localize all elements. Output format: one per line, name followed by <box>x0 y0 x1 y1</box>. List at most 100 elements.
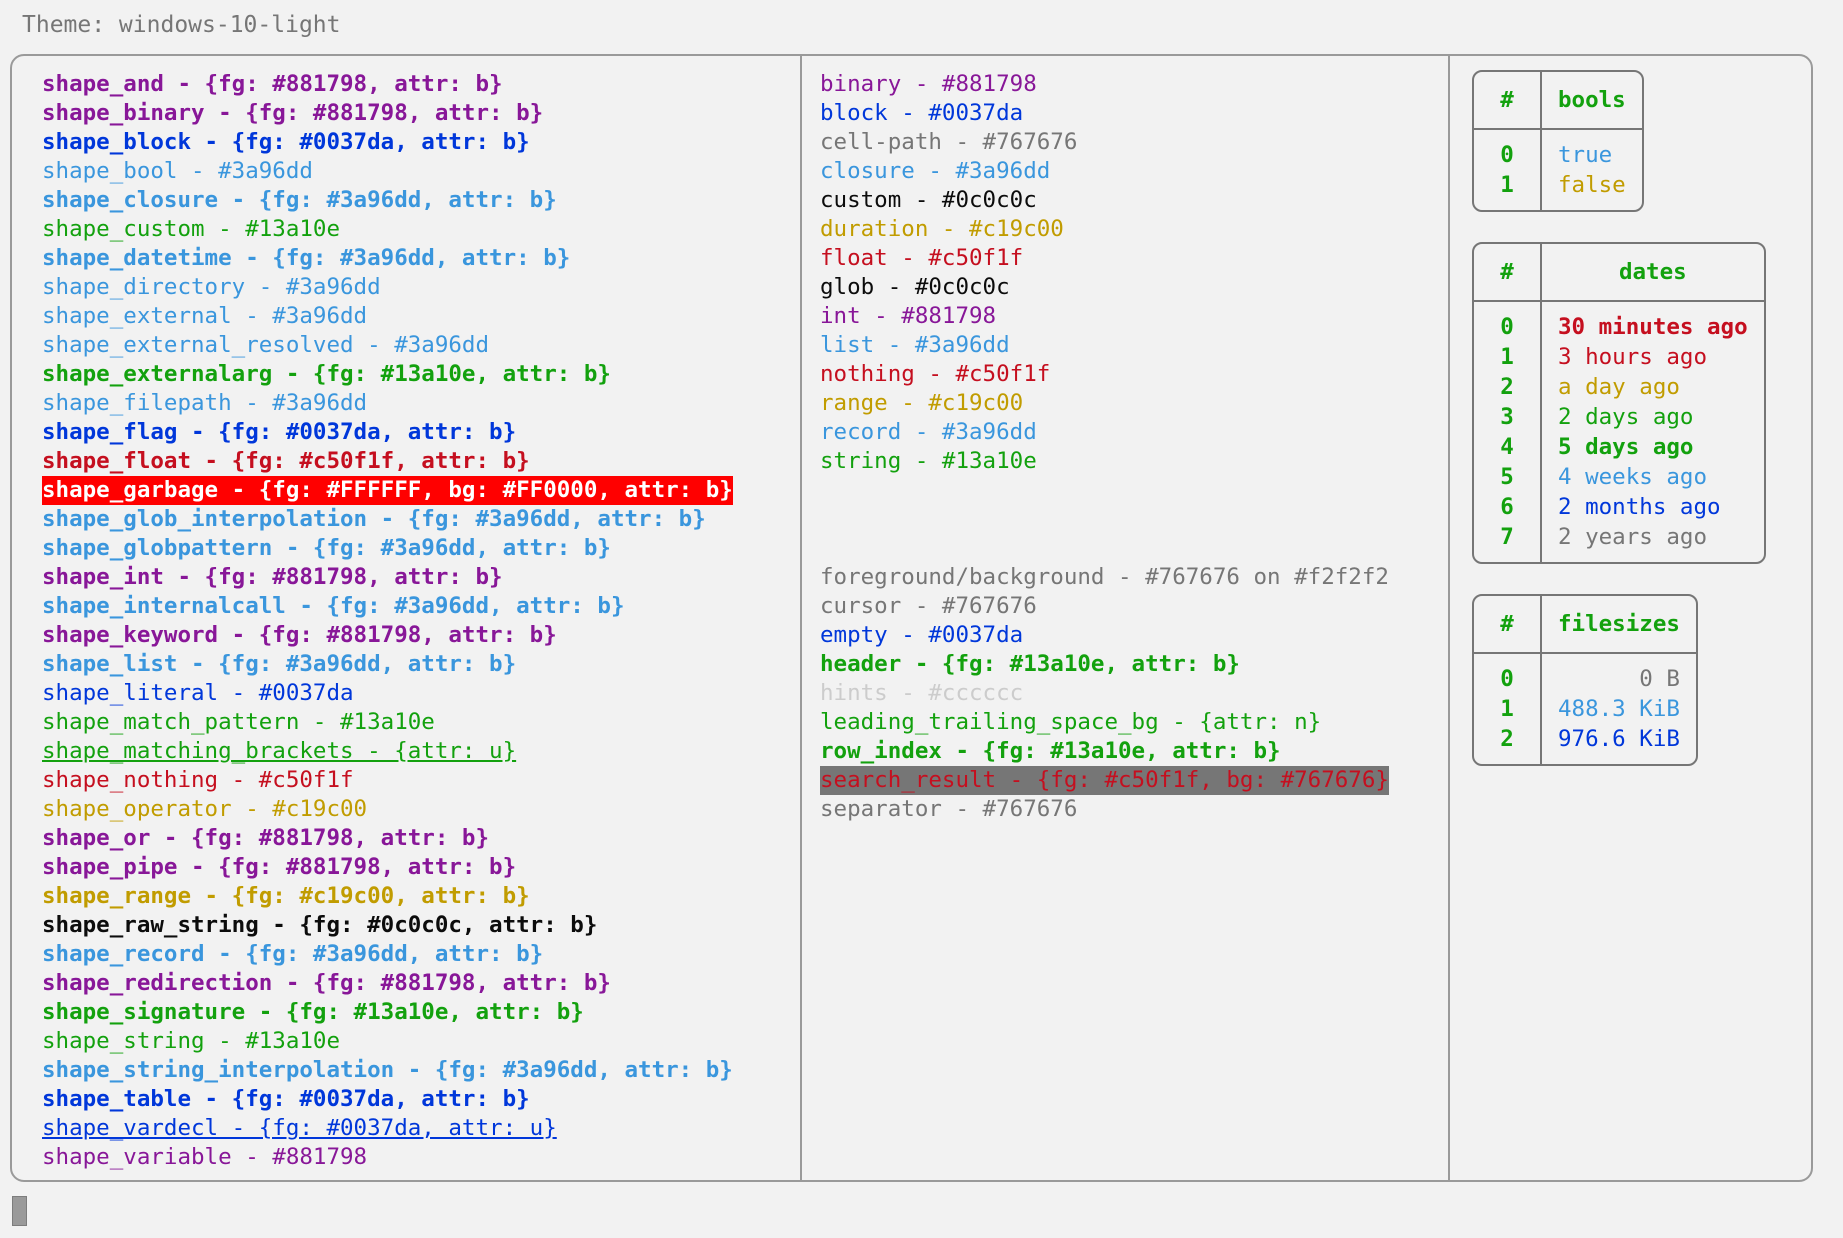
shape-line: shape_nothing - #c50f1f <box>42 767 354 793</box>
type-line: range - #c19c00 <box>820 390 1024 416</box>
column-gap <box>802 476 1448 563</box>
shape-line: shape_string_interpolation - {fg: #3a96d… <box>42 1057 733 1083</box>
cell-value: 2 months ago <box>1558 494 1721 520</box>
table-header-row: # dates <box>1474 244 1764 302</box>
table-row: 5 4 weeks ago <box>1474 462 1764 492</box>
cell-index: 2 <box>1474 724 1542 764</box>
type-line: duration - #c19c00 <box>820 216 1064 242</box>
table-row: 2 a day ago <box>1474 372 1764 402</box>
cell-value: a day ago <box>1558 374 1680 400</box>
table-bools: # bools 0 true 1 false <box>1472 70 1644 212</box>
type-line: glob - #0c0c0c <box>820 274 1010 300</box>
shape-line: shape_block - {fg: #0037da, attr: b} <box>42 129 530 155</box>
shape-line: shape_list - {fg: #3a96dd, attr: b} <box>42 651 517 677</box>
table-row: 1 488.3 KiB <box>1474 694 1696 724</box>
cell-value: 30 minutes ago <box>1558 314 1748 340</box>
table-header-row: # filesizes <box>1474 596 1696 654</box>
column-header-index: # <box>1474 72 1542 130</box>
shape-line: shape_garbage - {fg: #FFFFFF, bg: #FF000… <box>42 476 733 505</box>
shape-line: shape_bool - #3a96dd <box>42 158 313 184</box>
ui-line: foreground/background - #767676 on #f2f2… <box>820 564 1389 590</box>
shape-line: shape_custom - #13a10e <box>42 216 341 242</box>
shape-line: shape_external_resolved - #3a96dd <box>42 332 490 358</box>
column-header-value: bools <box>1542 72 1642 130</box>
shape-line: shape_directory - #3a96dd <box>42 274 381 300</box>
table-row: 7 2 years ago <box>1474 522 1764 562</box>
type-line: float - #c50f1f <box>820 245 1024 271</box>
cell-index: 5 <box>1474 462 1542 492</box>
shapes-line-list: shape_and - {fg: #881798, attr: b} shape_… <box>12 70 800 1172</box>
cell-index: 3 <box>1474 402 1542 432</box>
theme-title: Theme: windows-10-light <box>22 12 341 38</box>
cell-index: 0 <box>1474 130 1542 170</box>
ui-line: leading_trailing_space_bg - {attr: n} <box>820 709 1322 735</box>
type-line: cell-path - #767676 <box>820 129 1078 155</box>
ui-line: row_index - {fg: #13a10e, attr: b} <box>820 738 1281 764</box>
ui-line: separator - #767676 <box>820 796 1078 822</box>
type-line: custom - #0c0c0c <box>820 187 1037 213</box>
cell-index: 0 <box>1474 302 1542 342</box>
cell-value: 3 hours ago <box>1558 344 1708 370</box>
cell-index: 0 <box>1474 654 1542 694</box>
ui-line: hints - #cccccc <box>820 680 1024 706</box>
shape-line: shape_record - {fg: #3a96dd, attr: b} <box>42 941 544 967</box>
ui-line: search_result - {fg: #c50f1f, bg: #76767… <box>820 766 1389 795</box>
shape-line: shape_glob_interpolation - {fg: #3a96dd,… <box>42 506 706 532</box>
table-row: 4 5 days ago <box>1474 432 1764 462</box>
shape-line: shape_and - {fg: #881798, attr: b} <box>42 71 503 97</box>
type-line: nothing - #c50f1f <box>820 361 1051 387</box>
shape-line: shape_vardecl - {fg: #0037da, attr: u} <box>42 1115 557 1141</box>
cell-value: 976.6 KiB <box>1558 726 1680 752</box>
table-dates: # dates 0 30 minutes ago 1 3 hours ago 2 a day … <box>1472 242 1766 564</box>
shape-line: shape_match_pattern - #13a10e <box>42 709 435 735</box>
shape-line: shape_or - {fg: #881798, attr: b} <box>42 825 490 851</box>
type-line: binary - #881798 <box>820 71 1037 97</box>
shape-line: shape_literal - #0037da <box>42 680 354 706</box>
type-line: block - #0037da <box>820 100 1024 126</box>
shape-line: shape_table - {fg: #0037da, attr: b} <box>42 1086 530 1112</box>
cell-index: 1 <box>1474 694 1542 724</box>
shape-line: shape_string - #13a10e <box>42 1028 341 1054</box>
table-row: 0 0 B <box>1474 654 1696 694</box>
table-row: 1 3 hours ago <box>1474 342 1764 372</box>
shape-line: shape_signature - {fg: #13a10e, attr: b} <box>42 999 584 1025</box>
cell-index: 6 <box>1474 492 1542 522</box>
table-filesizes: # filesizes 0 0 B 1 488.3 KiB 2 976.6 KiB <box>1472 594 1698 766</box>
cell-index: 1 <box>1474 170 1542 210</box>
cell-value: 4 weeks ago <box>1558 464 1708 490</box>
cell-value: false <box>1558 172 1626 198</box>
tables-wrap: # bools 0 true 1 false # dates 0 30 minutes ago 1 3… <box>1450 70 1811 766</box>
preview-panels: shape_and - {fg: #881798, attr: b} shape_… <box>10 54 1813 1182</box>
cell-index: 4 <box>1474 432 1542 462</box>
shape-line: shape_flag - {fg: #0037da, attr: b} <box>42 419 517 445</box>
table-row: 6 2 months ago <box>1474 492 1764 522</box>
shape-line: shape_binary - {fg: #881798, attr: b} <box>42 100 544 126</box>
type-line: list - #3a96dd <box>820 332 1010 358</box>
shape-line: shape_matching_brackets - {attr: u} <box>42 738 517 764</box>
shape-line: shape_datetime - {fg: #3a96dd, attr: b} <box>42 245 571 271</box>
cell-value: 5 days ago <box>1558 434 1694 460</box>
shape-line: shape_int - {fg: #881798, attr: b} <box>42 564 503 590</box>
type-line: closure - #3a96dd <box>820 158 1051 184</box>
cell-value: 0 B <box>1639 666 1680 692</box>
cell-index: 2 <box>1474 372 1542 402</box>
ui-line: empty - #0037da <box>820 622 1024 648</box>
column-header-value: dates <box>1542 244 1764 302</box>
shape-line: shape_external - #3a96dd <box>42 303 368 329</box>
type-line: string - #13a10e <box>820 448 1037 474</box>
tables-column: # bools 0 true 1 false # dates 0 30 minutes ago 1 3… <box>1450 56 1811 1180</box>
cell-value: true <box>1558 142 1613 168</box>
theme-preview-screen: Theme: windows-10-light shape_and - {fg:… <box>0 0 1843 1238</box>
shape-line: shape_globpattern - {fg: #3a96dd, attr: … <box>42 535 611 561</box>
table-row: 0 30 minutes ago <box>1474 302 1764 342</box>
table-row: 3 2 days ago <box>1474 402 1764 432</box>
shape-line: shape_redirection - {fg: #881798, attr: … <box>42 970 611 996</box>
ui-line: header - {fg: #13a10e, attr: b} <box>820 651 1240 677</box>
type-line: int - #881798 <box>820 303 997 329</box>
table-row: 0 true <box>1474 130 1642 170</box>
shapes-column: shape_and - {fg: #881798, attr: b} shape_… <box>12 56 802 1180</box>
shape-line: shape_closure - {fg: #3a96dd, attr: b} <box>42 187 557 213</box>
ui-line-list: foreground/background - #767676 on #f2f2… <box>802 563 1448 824</box>
types-column: binary - #881798 block - #0037da cell-path… <box>802 56 1450 1180</box>
vertical-scrollbar-thumb[interactable] <box>12 1196 27 1226</box>
